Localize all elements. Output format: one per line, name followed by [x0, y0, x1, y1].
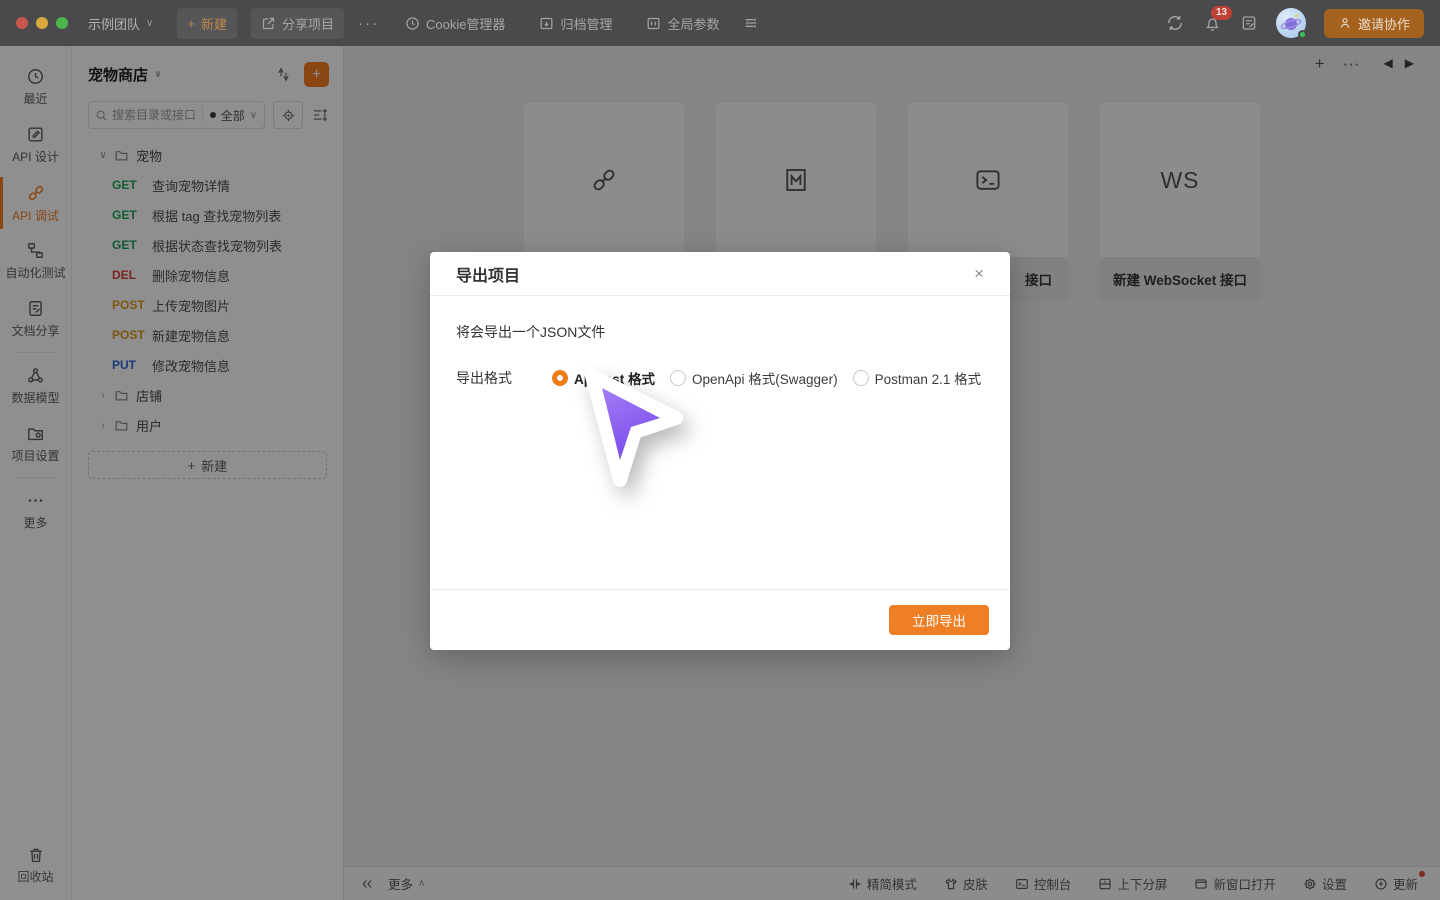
changelog-icon[interactable] [1240, 14, 1258, 32]
close-window-button[interactable] [16, 17, 28, 29]
radio-selected-icon [552, 370, 568, 386]
chevron-down-icon: ∨ [146, 18, 153, 29]
archive-manager-button[interactable]: 归档管理 [529, 8, 622, 39]
team-name: 示例团队 [88, 14, 140, 33]
sync-icon[interactable] [1165, 13, 1185, 33]
env-filter-icon[interactable] [743, 15, 759, 31]
notifications-button[interactable]: 13 [1203, 14, 1222, 33]
archive-icon [539, 16, 554, 31]
team-switcher[interactable]: 示例团队 ∨ [88, 14, 153, 33]
export-description: 将会导出一个JSON文件 [456, 322, 984, 342]
radio-unselected-icon [670, 370, 686, 386]
app-header: 示例团队 ∨ + 新建 分享项目 ··· Cookie管理器 归档管理 全局参数… [0, 0, 1440, 46]
person-icon [1338, 16, 1352, 30]
close-icon[interactable]: × [974, 265, 984, 282]
global-params-button[interactable]: 全局参数 [636, 8, 729, 39]
share-project-button[interactable]: 分享项目 [251, 8, 344, 39]
share-icon [261, 16, 276, 31]
invite-collaborate-button[interactable]: 邀请协作 [1324, 9, 1424, 38]
avatar[interactable] [1276, 8, 1306, 38]
radio-option-openapi[interactable]: OpenApi 格式(Swagger) [670, 368, 838, 388]
cookie-clock-icon [405, 16, 420, 31]
maximize-window-button[interactable] [56, 17, 68, 29]
format-options: Apipost 格式 OpenApi 格式(Swagger) Postman 2… [552, 368, 981, 388]
notification-badge: 13 [1211, 6, 1232, 20]
format-label: 导出格式 [456, 368, 552, 388]
more-toolbar-icon[interactable]: ··· [358, 15, 379, 32]
radio-unselected-icon [853, 370, 869, 386]
online-status-dot [1298, 30, 1307, 39]
cookie-manager-button[interactable]: Cookie管理器 [395, 8, 515, 39]
export-now-button[interactable]: 立即导出 [889, 605, 989, 635]
radio-option-apipost[interactable]: Apipost 格式 [552, 368, 655, 388]
plus-icon: + [187, 16, 195, 31]
window-controls [16, 17, 68, 29]
new-button[interactable]: + 新建 [177, 8, 237, 39]
radio-option-postman[interactable]: Postman 2.1 格式 [853, 368, 982, 388]
export-project-modal: 导出项目 × 将会导出一个JSON文件 导出格式 Apipost 格式 Open… [430, 252, 1010, 650]
global-params-icon [646, 16, 661, 31]
minimize-window-button[interactable] [36, 17, 48, 29]
modal-title: 导出项目 [456, 262, 520, 286]
